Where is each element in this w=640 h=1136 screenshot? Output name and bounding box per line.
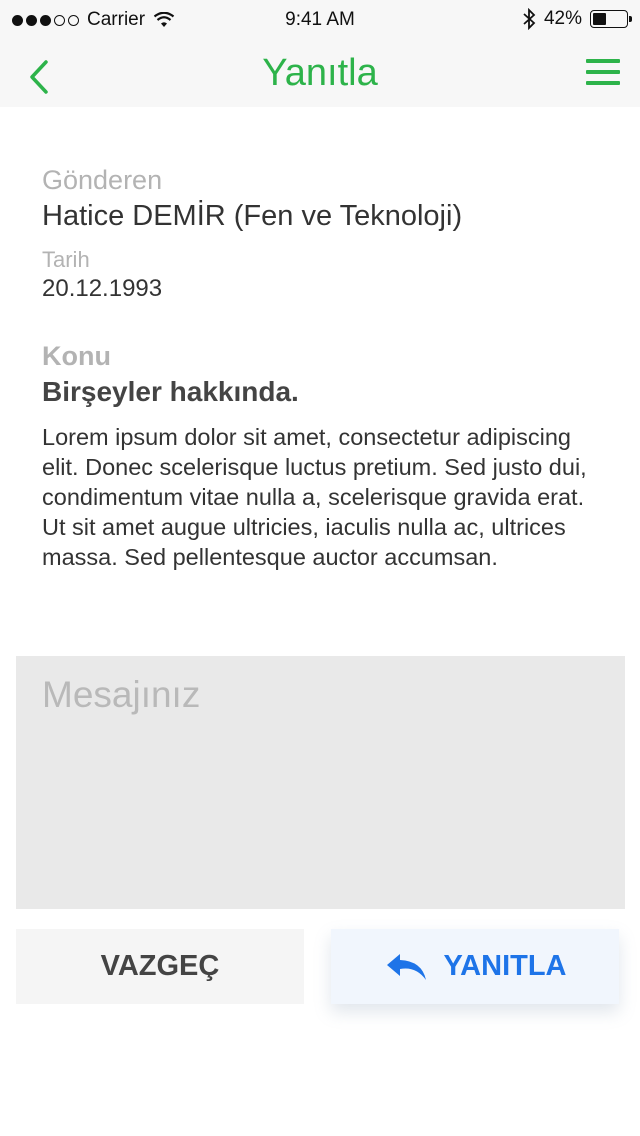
subject-label: Konu bbox=[42, 341, 111, 371]
cancel-button-label: VAZGEÇ bbox=[100, 950, 220, 982]
reply-button[interactable]: YANITLA bbox=[331, 929, 619, 1004]
menu-button[interactable] bbox=[586, 59, 620, 89]
reply-message-input[interactable] bbox=[16, 656, 625, 909]
sender-label: Gönderen bbox=[42, 165, 163, 195]
status-right: 42% bbox=[522, 8, 632, 30]
hamburger-menu-icon bbox=[586, 59, 620, 85]
cancel-button[interactable]: VAZGEÇ bbox=[16, 929, 304, 1004]
reply-button-label: YANITLA bbox=[443, 950, 567, 982]
battery-level bbox=[593, 13, 607, 25]
sender-name: Hatice DEMİR (Fen ve Teknoloji) bbox=[42, 200, 463, 232]
page-title: Yanıtla bbox=[262, 52, 378, 94]
battery-percent: 42% bbox=[543, 8, 582, 29]
message-details: Gönderen Hatice DEMİR (Fen ve Teknoloji)… bbox=[42, 165, 602, 572]
message-date: 20.12.1993 bbox=[42, 275, 163, 302]
status-bar: Carrier 9:41 AM 42% bbox=[0, 0, 640, 40]
message-body: Lorem ipsum dolor sit amet, consectetur … bbox=[42, 424, 587, 570]
reply-arrow-icon bbox=[386, 953, 426, 980]
date-label: Tarih bbox=[42, 247, 90, 272]
bluetooth-icon bbox=[523, 8, 536, 30]
nav-bar: Yanıtla bbox=[0, 40, 640, 107]
reply-screen: Carrier 9:41 AM 42% Yanıtla Gönderen Hat… bbox=[0, 0, 640, 1136]
message-subject: Birşeyler hakkında. bbox=[42, 376, 299, 407]
battery-icon bbox=[590, 10, 632, 28]
